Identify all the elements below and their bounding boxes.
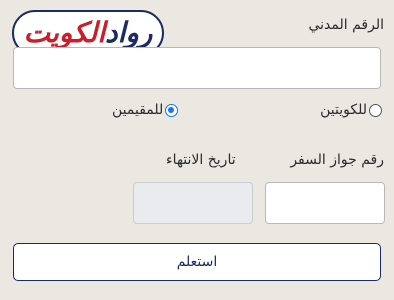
radio-resident-circle[interactable] xyxy=(165,103,179,117)
radio-kuwaiti-label: للكويتين xyxy=(320,102,367,118)
passport-number-input[interactable] xyxy=(265,182,385,224)
logo-text-rawad: رواد xyxy=(105,16,153,49)
inquire-button[interactable]: استعلم xyxy=(13,243,381,281)
radio-resident[interactable]: للمقيمين xyxy=(112,102,179,118)
radio-kuwaiti[interactable]: للكويتين xyxy=(320,102,382,118)
civil-id-input[interactable] xyxy=(13,47,381,89)
expiry-date-input[interactable] xyxy=(133,182,253,224)
radio-resident-label: للمقيمين xyxy=(112,102,164,118)
inquiry-form: رواد الكويت الرقم المدني للكويتين للمقيمي… xyxy=(0,0,394,300)
logo-text-kuwait: الكويت xyxy=(23,16,106,49)
radio-kuwaiti-circle[interactable] xyxy=(369,103,382,117)
expiry-date-label: تاريخ الانتهاء xyxy=(166,152,236,168)
civil-id-label: الرقم المدني xyxy=(308,17,384,33)
passport-number-label: رقم جواز السفر xyxy=(290,152,384,168)
